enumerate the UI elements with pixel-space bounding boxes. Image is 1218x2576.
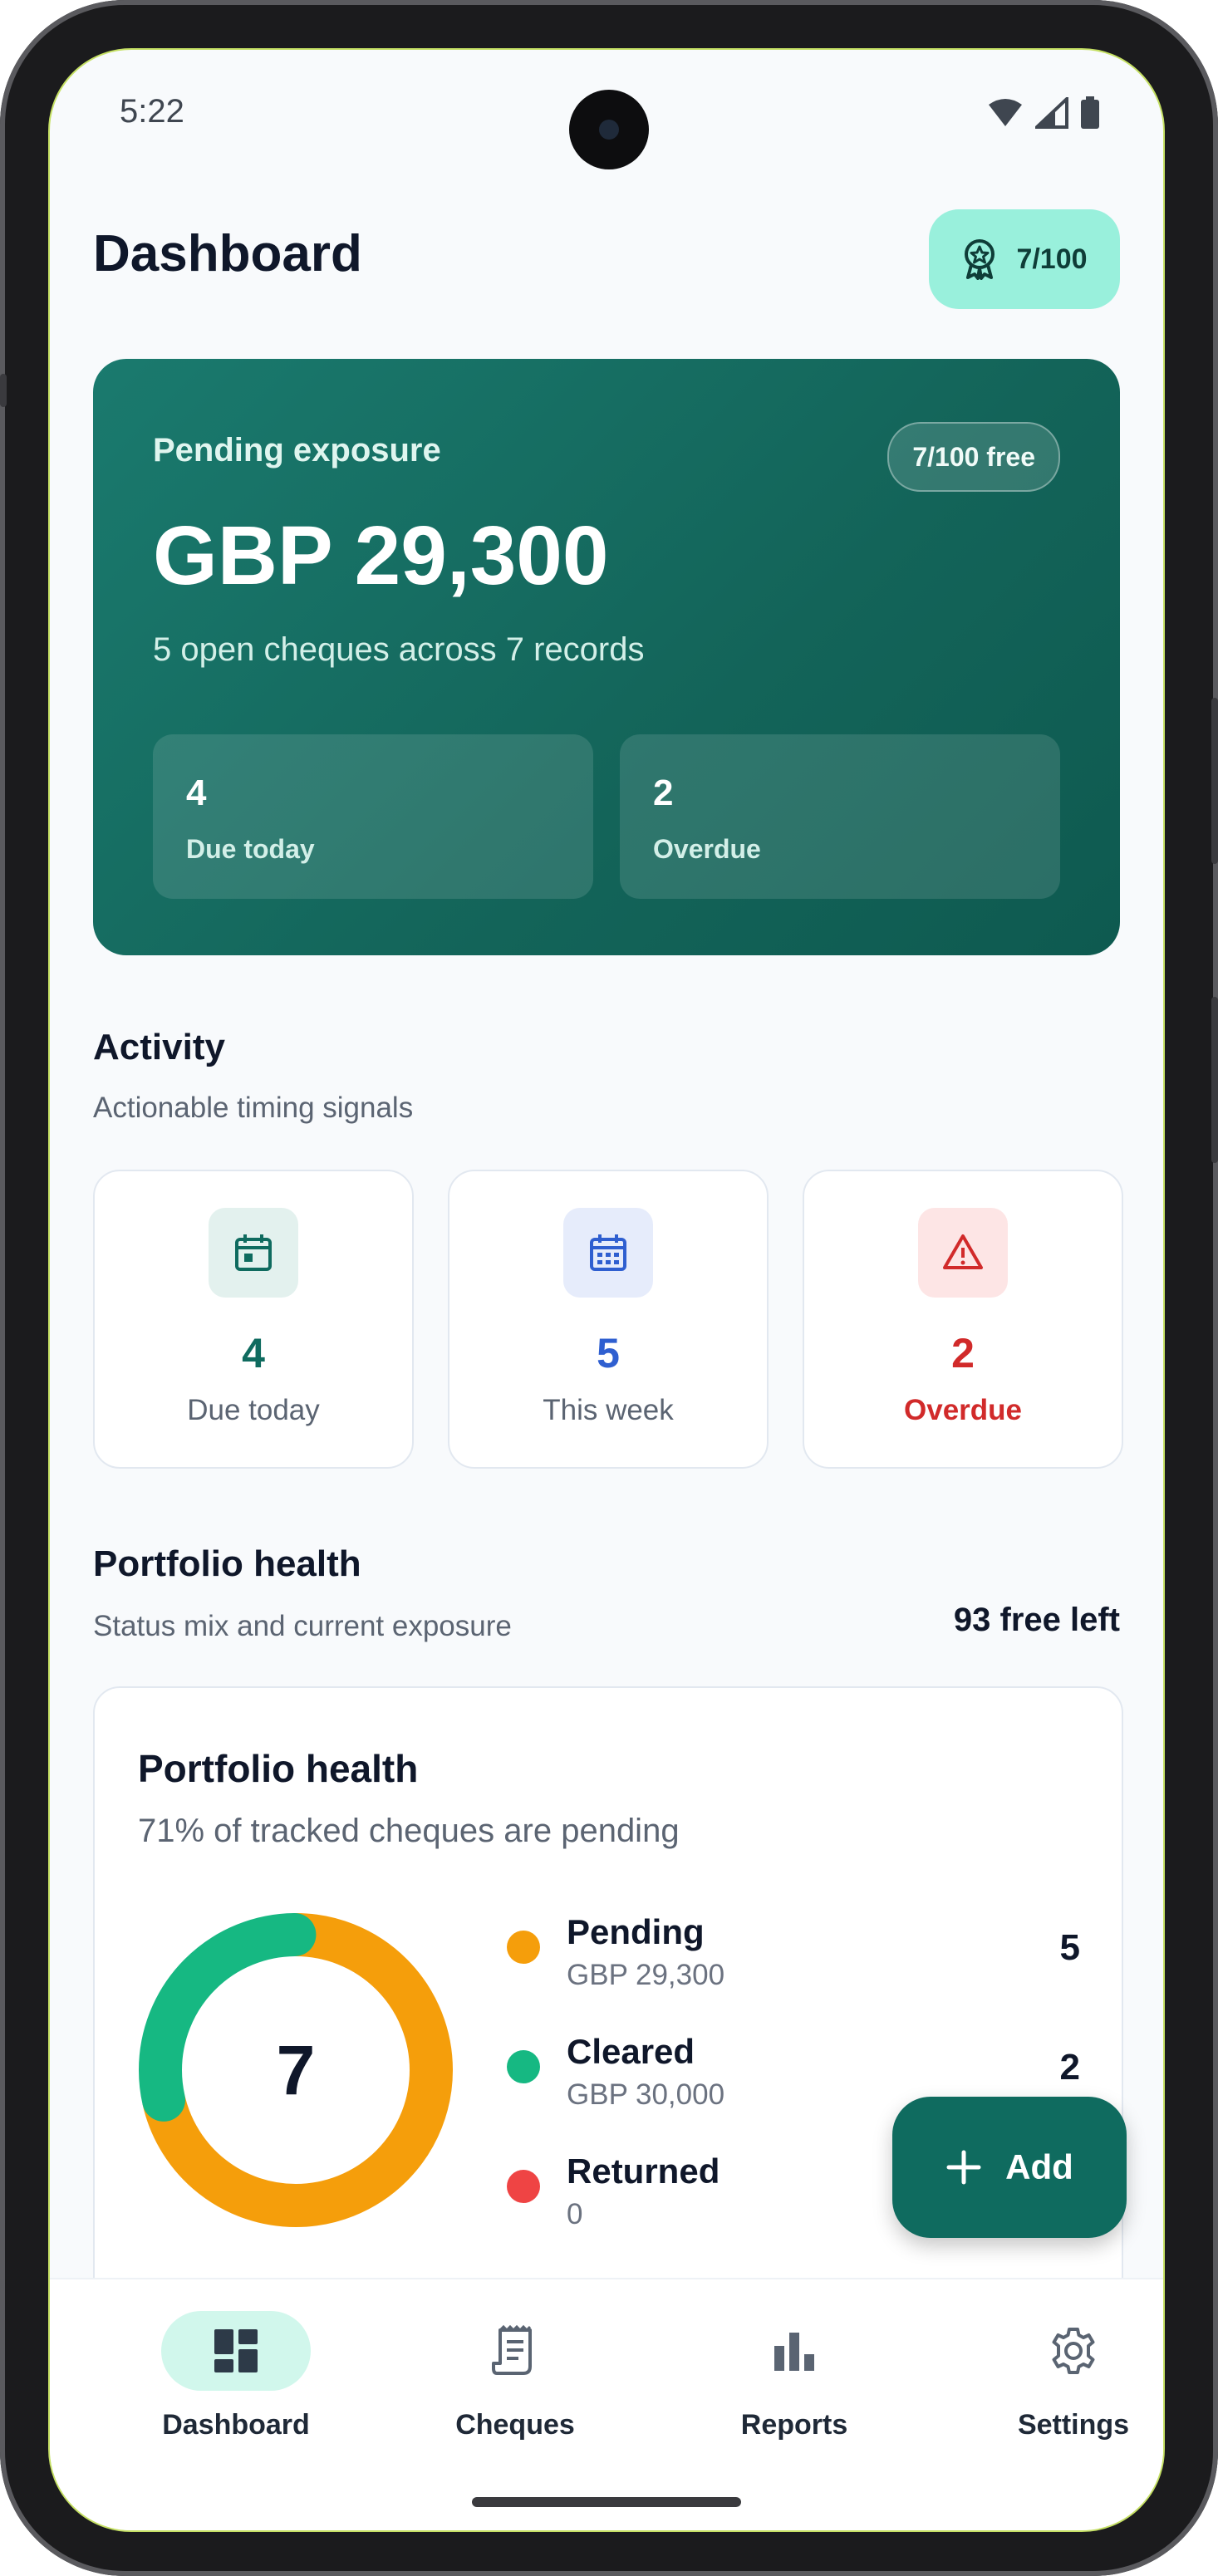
pending-exposure-card[interactable]: Pending exposure 7/100 free GBP 29,300 5… xyxy=(93,359,1120,955)
plus-icon xyxy=(946,2150,981,2185)
battery-icon xyxy=(1081,96,1099,129)
quota-badge[interactable]: 7/100 xyxy=(929,209,1120,309)
nav-item-settings[interactable]: Settings xyxy=(949,2311,1163,2477)
legend-name: Returned xyxy=(567,2152,720,2191)
page-title: Dashboard xyxy=(93,225,362,282)
activity-card-this-week[interactable]: 5 This week xyxy=(448,1170,769,1469)
legend-amount: 0 xyxy=(567,2198,583,2230)
hero-label: Pending exposure xyxy=(153,432,441,469)
screen: 5:22 Dashboard 7/100 Pending exposure 7/… xyxy=(48,48,1165,2532)
activity-label: Overdue xyxy=(904,1394,1022,1426)
activity-value: 4 xyxy=(242,1330,265,1376)
power-button xyxy=(1211,698,1218,864)
activity-value: 5 xyxy=(597,1330,620,1376)
hero-stat-label: Due today xyxy=(186,834,315,864)
home-indicator[interactable] xyxy=(472,2497,741,2507)
wifi-icon xyxy=(989,99,1022,126)
legend-dot xyxy=(507,1931,540,1964)
signal-icon xyxy=(1035,97,1068,129)
front-camera xyxy=(569,90,649,169)
activity-title: Activity xyxy=(93,1027,225,1067)
pending-amount: GBP 29,300 xyxy=(153,509,609,602)
legend-count: 5 xyxy=(1059,1927,1080,1968)
phone-frame: 5:22 Dashboard 7/100 Pending exposure 7/… xyxy=(0,0,1218,2576)
donut-total: 7 xyxy=(276,2030,316,2109)
nav-item-cheques[interactable]: Cheques xyxy=(390,2311,640,2477)
warning-icon xyxy=(918,1208,1008,1298)
legend-amount: GBP 30,000 xyxy=(567,2078,725,2111)
nav-label: Settings xyxy=(1017,2409,1130,2441)
health-card-subtitle: 71% of tracked cheques are pending xyxy=(138,1813,680,1849)
nav-label: Reports xyxy=(740,2409,848,2441)
calendar-check-icon xyxy=(209,1208,298,1298)
legend-dot xyxy=(507,2050,540,2083)
legend-count: 2 xyxy=(1059,2047,1080,2088)
status-time: 5:22 xyxy=(120,93,184,130)
legend-name: Cleared xyxy=(567,2032,695,2071)
hero-stat-overdue[interactable]: 2 Overdue xyxy=(620,734,1060,899)
free-quota-badge: 7/100 free xyxy=(887,422,1060,492)
quota-text: 7/100 xyxy=(1016,243,1088,275)
legend-dot xyxy=(507,2170,540,2203)
activity-subtitle: Actionable timing signals xyxy=(93,1092,414,1124)
activity-label: Due today xyxy=(187,1394,320,1426)
add-cheque-button[interactable]: Add xyxy=(892,2097,1127,2238)
bottom-navigation: Dashboard Cheques Reports Settings xyxy=(50,2278,1163,2530)
portfolio-subtitle: Status mix and current exposure xyxy=(93,1610,512,1642)
free-left-count: 93 free left xyxy=(953,1602,1120,1638)
hero-stat-due-today[interactable]: 4 Due today xyxy=(153,734,593,899)
calendar-week-icon xyxy=(563,1208,653,1298)
receipt-icon xyxy=(440,2311,590,2391)
status-icons xyxy=(987,96,1100,130)
award-icon xyxy=(965,239,995,280)
dashboard-icon xyxy=(161,2311,311,2391)
hero-stat-label: Overdue xyxy=(653,834,761,864)
bar-chart-icon xyxy=(720,2311,869,2391)
health-card-title: Portfolio health xyxy=(138,1747,419,1790)
add-button-label: Add xyxy=(1005,2147,1073,2186)
hero-stat-value: 4 xyxy=(186,773,207,813)
hero-stat-value: 2 xyxy=(653,773,674,813)
activity-card-overdue[interactable]: 2 Overdue xyxy=(803,1170,1123,1469)
portfolio-title: Portfolio health xyxy=(93,1543,361,1584)
gear-icon xyxy=(999,2311,1148,2391)
legend-amount: GBP 29,300 xyxy=(567,1959,725,1991)
nav-item-reports[interactable]: Reports xyxy=(670,2311,919,2477)
legend-name: Pending xyxy=(567,1912,705,1951)
hero-subtitle: 5 open cheques across 7 records xyxy=(153,631,645,668)
activity-value: 2 xyxy=(951,1330,975,1376)
activity-card-due-today[interactable]: 4 Due today xyxy=(93,1170,414,1469)
activity-label: This week xyxy=(543,1394,674,1426)
nav-item-dashboard[interactable]: Dashboard xyxy=(111,2311,361,2477)
nav-label: Cheques xyxy=(455,2409,575,2441)
volume-button xyxy=(1211,997,1218,1163)
side-button xyxy=(0,374,7,407)
nav-label: Dashboard xyxy=(162,2409,310,2441)
